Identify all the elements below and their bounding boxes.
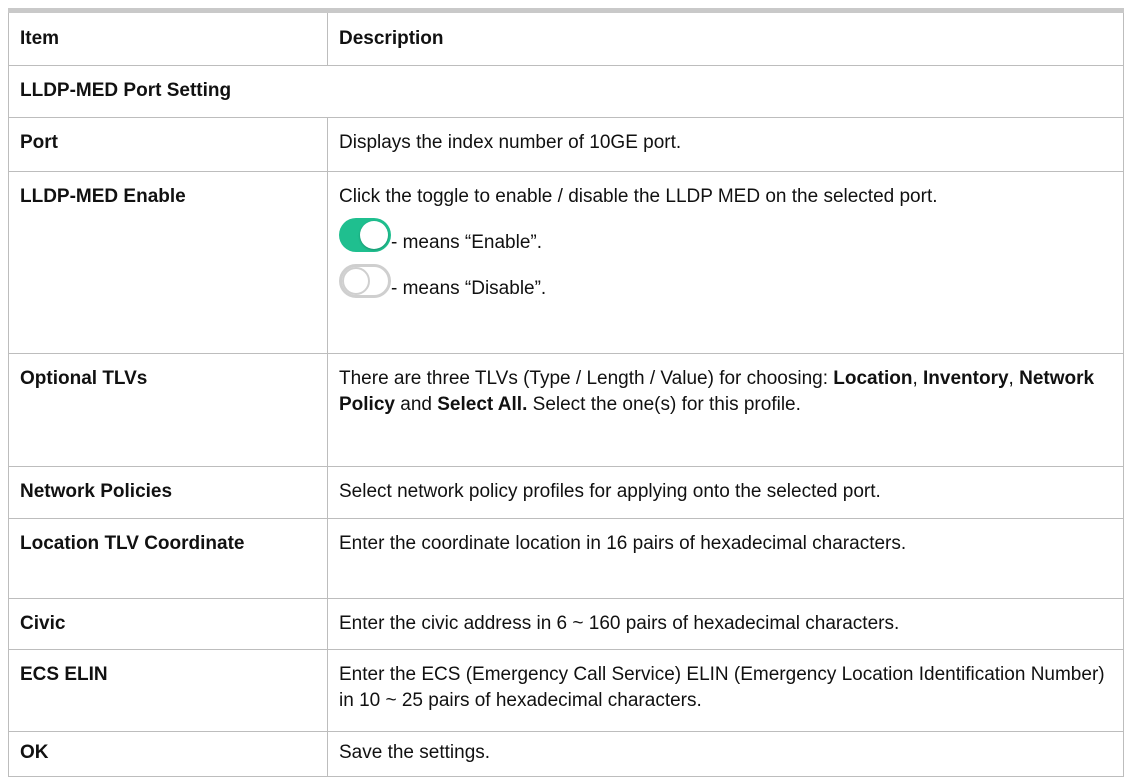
optional-tlvs-text-5: Select the one(s) for this profile. xyxy=(527,394,801,416)
row-description-port: Displays the index number of 10GE port. xyxy=(327,117,1124,172)
optional-tlvs-text-2: , xyxy=(912,368,924,389)
row-description-location-tlv-coordinate: Enter the coordinate location in 16 pair… xyxy=(327,518,1124,599)
row-description-ok: Save the settings. xyxy=(327,730,1124,777)
optional-tlvs-text-4: and xyxy=(394,394,438,416)
row-item-civic: Civic xyxy=(8,598,328,650)
optional-tlvs-location: Location xyxy=(833,368,913,389)
row-item-lldp-med-enable: LLDP-MED Enable xyxy=(8,171,328,354)
optional-tlvs-text-1: There are three TLVs (Type / Length / Va… xyxy=(339,368,834,389)
optional-tlvs-text-3: , xyxy=(1008,368,1020,389)
row-description-optional-tlvs: There are three TLVs (Type / Length / Va… xyxy=(327,353,1124,467)
description-table: Item Description LLDP-MED Port Setting P… xyxy=(8,13,1124,777)
header-description: Description xyxy=(327,13,1124,66)
row-item-ok: OK xyxy=(8,730,328,777)
table-row: Optional TLVs There are three TLVs (Type… xyxy=(8,353,1124,467)
table-row: Location TLV Coordinate Enter the coordi… xyxy=(8,518,1124,599)
header-item: Item xyxy=(8,13,328,66)
table-row: Civic Enter the civic address in 6 ~ 160… xyxy=(8,598,1124,650)
toggle-on-icon xyxy=(339,218,391,253)
row-description-ecs-elin: Enter the ECS (Emergency Call Service) E… xyxy=(327,649,1124,732)
table-row: OK Save the settings. xyxy=(8,730,1124,777)
document-page: Item Description LLDP-MED Port Setting P… xyxy=(0,0,1124,777)
row-item-ecs-elin: ECS ELIN xyxy=(8,649,328,732)
table-header-row: Item Description xyxy=(8,13,1124,66)
row-description-network-policies: Select network policy profiles for apply… xyxy=(327,466,1124,519)
row-item-location-tlv-coordinate: Location TLV Coordinate xyxy=(8,518,328,599)
toggle-off-icon xyxy=(339,264,391,299)
table-row: Network Policies Select network policy p… xyxy=(8,466,1124,519)
row-item-network-policies: Network Policies xyxy=(8,466,328,519)
toggle-enable-line: - means “Enable”. xyxy=(339,218,1113,253)
optional-tlvs-select-all: Select All. xyxy=(437,394,528,416)
table-row: Port Displays the index number of 10GE p… xyxy=(8,117,1124,172)
row-description-civic: Enter the civic address in 6 ~ 160 pairs… xyxy=(327,598,1124,650)
row-item-port: Port xyxy=(8,117,328,172)
lldp-med-enable-text: Click the toggle to enable / disable the… xyxy=(339,186,938,207)
row-description-lldp-med-enable: Click the toggle to enable / disable the… xyxy=(327,171,1124,354)
optional-tlvs-inventory: Inventory xyxy=(923,368,1009,389)
table-row: ECS ELIN Enter the ECS (Emergency Call S… xyxy=(8,649,1124,732)
toggle-disable-text: - means “Disable”. xyxy=(391,278,547,299)
row-item-optional-tlvs: Optional TLVs xyxy=(8,353,328,467)
toggle-enable-text: - means “Enable”. xyxy=(391,232,543,253)
section-title: LLDP-MED Port Setting xyxy=(8,65,1124,118)
table-row: LLDP-MED Enable Click the toggle to enab… xyxy=(8,171,1124,354)
section-row: LLDP-MED Port Setting xyxy=(8,65,1124,118)
toggle-disable-line: - means “Disable”. xyxy=(339,264,1113,299)
